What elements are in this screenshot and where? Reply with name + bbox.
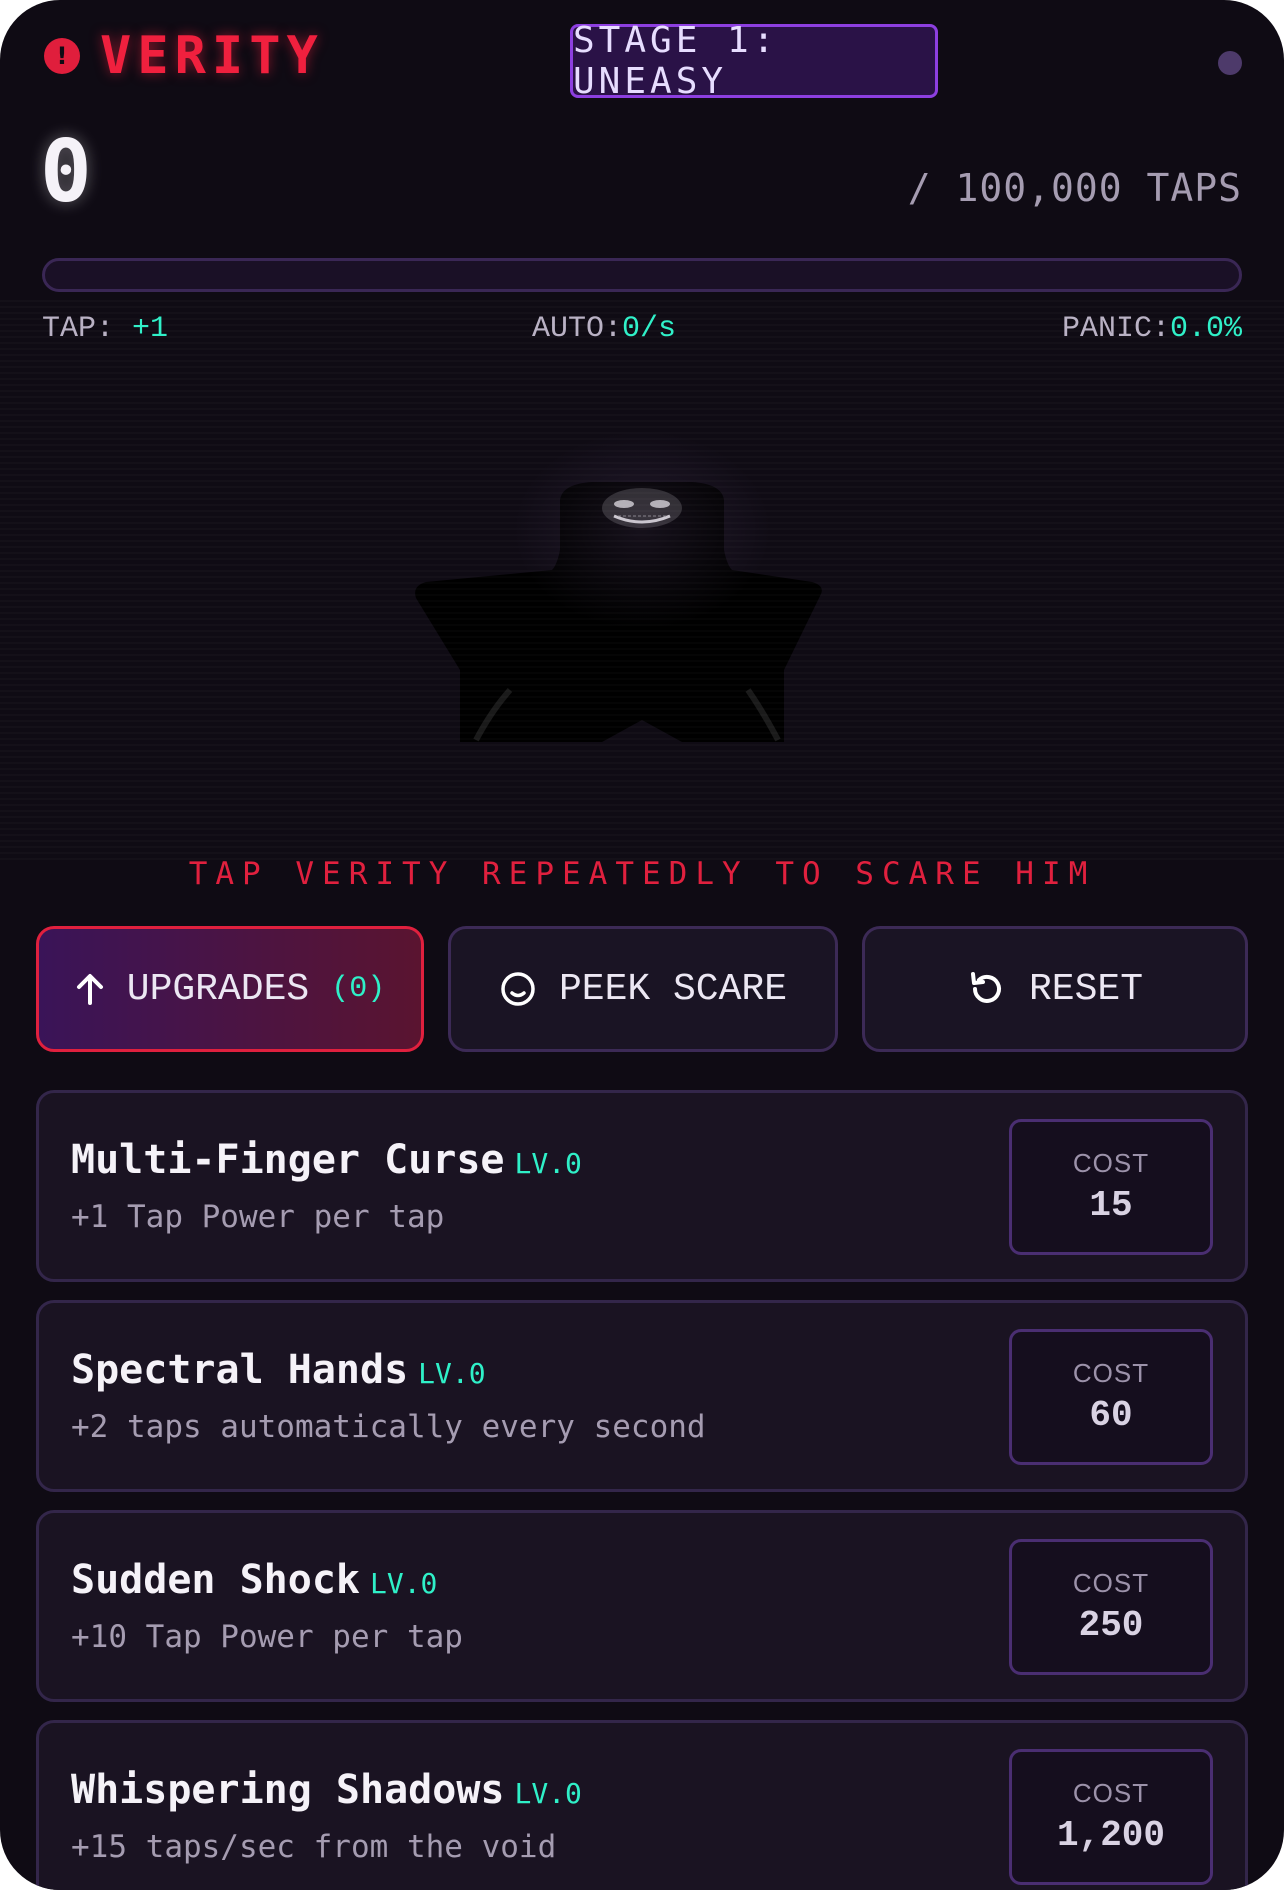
upgrade-description: +1 Tap Power per tap: [71, 1199, 445, 1235]
stat-panic: PANIC:0.0%: [1062, 312, 1242, 346]
upgrade-level: LV.0: [369, 1567, 438, 1600]
stats-row: TAP: +1 AUTO:0/s PANIC:0.0%: [42, 312, 1242, 352]
tap-hint: TAP VERITY REPEATEDLY TO SCARE HIM: [188, 856, 1096, 892]
action-bar: UPGRADES (0) PEEK SCARE RESET: [36, 926, 1248, 1054]
upgrade-name: Spectral Hands: [71, 1347, 409, 1393]
stat-panic-label: PANIC:: [1061, 312, 1170, 346]
cost-value: 15: [1089, 1185, 1133, 1226]
cost-label: COST: [1072, 1358, 1150, 1388]
upgrade-level: LV.0: [514, 1147, 582, 1180]
upgrade-description: +10 Tap Power per tap: [71, 1619, 463, 1655]
upgrade-description: +2 taps automatically every second: [71, 1409, 706, 1445]
smile-face-icon: [501, 972, 535, 1006]
reset-button[interactable]: RESET: [862, 926, 1248, 1052]
cost-label: COST: [1072, 1568, 1150, 1598]
stat-auto: AUTO:0/s: [532, 312, 676, 346]
cost-label: COST: [1072, 1778, 1150, 1808]
buy-button[interactable]: COST 250: [1009, 1539, 1213, 1675]
buy-button[interactable]: COST 60: [1009, 1329, 1213, 1465]
cost-value: 250: [1078, 1605, 1144, 1646]
stat-auto-value: 0/s: [622, 312, 677, 346]
cost-label: COST: [1072, 1148, 1150, 1178]
stat-auto-label: AUTO:: [532, 312, 623, 346]
buy-button[interactable]: COST 1,200: [1009, 1749, 1213, 1885]
upgrades-count: (0): [331, 972, 386, 1006]
game-screen: ! VERITY STAGE 1: UNEASY 0 / 100,000 TAP…: [0, 0, 1284, 1890]
upgrade-card[interactable]: Multi-Finger Curse LV.0 +1 Tap Power per …: [36, 1090, 1248, 1282]
figure-glow: [512, 430, 772, 630]
tap-goal: / 100,000 TAPS: [907, 166, 1242, 210]
upgrade-card[interactable]: Sudden Shock LV.0 +10 Tap Power per tap C…: [36, 1510, 1248, 1702]
upgrade-name: Sudden Shock: [71, 1557, 360, 1603]
tap-score: 0: [40, 122, 92, 222]
verity-figure[interactable]: [392, 430, 892, 750]
peek-scare-label: PEEK SCARE: [558, 967, 788, 1011]
progress-bar: [42, 258, 1242, 292]
app-title: VERITY: [100, 26, 324, 86]
cost-value: 1,200: [1056, 1815, 1166, 1856]
cost-value: 60: [1089, 1395, 1133, 1436]
upgrades-label: UPGRADES: [126, 967, 310, 1011]
upgrade-level: LV.0: [514, 1777, 582, 1810]
peek-scare-button[interactable]: PEEK SCARE: [448, 926, 838, 1052]
reset-label: RESET: [1028, 967, 1144, 1011]
upgrade-card[interactable]: Spectral Hands LV.0 +2 taps automatically…: [36, 1300, 1248, 1492]
brand: ! VERITY: [44, 26, 324, 86]
stat-tap: TAP: +1: [42, 312, 168, 346]
rotate-ccw-icon: [970, 972, 1001, 1003]
buy-button[interactable]: COST 15: [1009, 1119, 1213, 1255]
upgrade-description: +15 taps/sec from the void: [71, 1829, 557, 1865]
stat-tap-label: TAP:: [42, 312, 115, 346]
arrow-up-icon: [76, 974, 103, 1005]
upgrade-name: Multi-Finger Curse: [71, 1137, 505, 1183]
upgrade-level: LV.0: [418, 1357, 486, 1390]
upgrade-card[interactable]: Whispering Shadows LV.0 +15 taps/sec from…: [36, 1720, 1248, 1890]
status-dot: [1218, 51, 1242, 75]
upgrade-name: Whispering Shadows: [71, 1767, 505, 1813]
stat-tap-value: +1: [132, 312, 169, 346]
upgrades-button[interactable]: UPGRADES (0): [36, 926, 424, 1052]
alert-circle-icon: !: [44, 38, 80, 74]
stage-badge: STAGE 1: UNEASY: [570, 20, 938, 102]
stat-panic-value: 0.0%: [1169, 312, 1242, 346]
